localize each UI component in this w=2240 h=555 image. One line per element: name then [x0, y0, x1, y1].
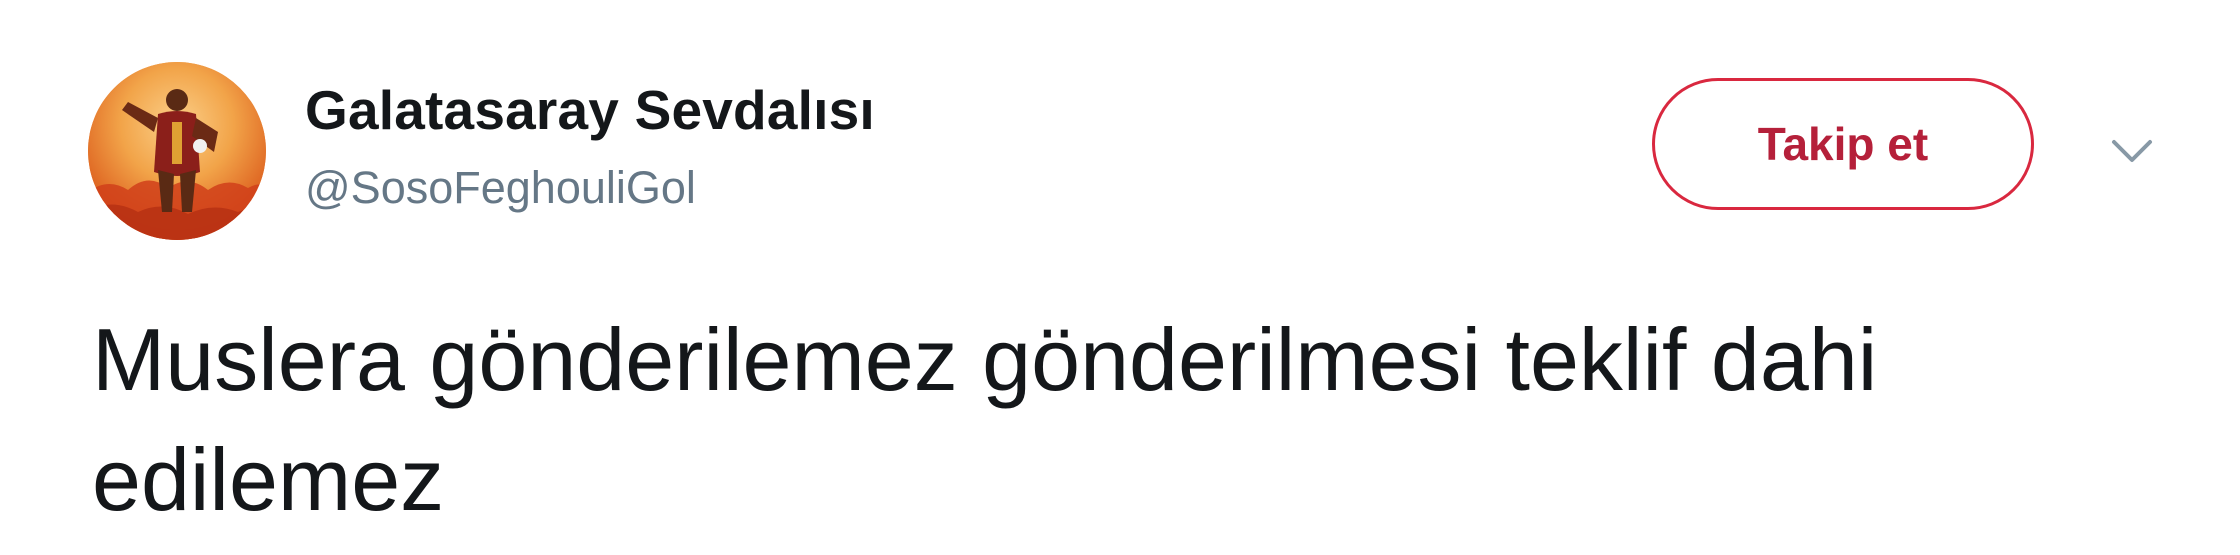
profile-avatar[interactable]	[88, 62, 266, 240]
chevron-down-icon[interactable]	[2108, 136, 2156, 166]
author-handle[interactable]: @SosoFeghouliGol	[305, 162, 696, 214]
tweet-text: Muslera gönderilemez gönderilmesi teklif…	[92, 310, 1878, 529]
author-display-name[interactable]: Galatasaray Sevdalısı	[305, 78, 875, 142]
tweet-card: Galatasaray Sevdalısı @SosoFeghouliGol T…	[0, 0, 2240, 555]
avatar-image	[88, 62, 266, 240]
follow-button-label: Takip et	[1757, 118, 1929, 170]
follow-button[interactable]: Takip et	[1652, 78, 2034, 210]
